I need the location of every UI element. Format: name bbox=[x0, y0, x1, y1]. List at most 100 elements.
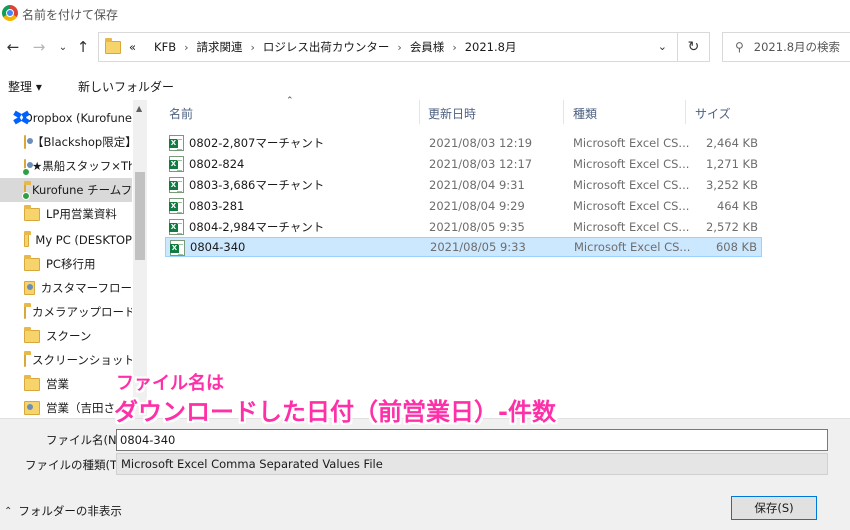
column-divider[interactable] bbox=[685, 100, 686, 124]
nav-item-folder[interactable]: ★黒船スタッフ×Th bbox=[0, 154, 132, 178]
window-title: 名前を付けて保存 bbox=[22, 8, 119, 22]
refresh-button[interactable]: ↻ bbox=[678, 32, 710, 62]
nav-item-label: My PC (DESKTOP bbox=[35, 233, 132, 247]
nav-item-folder[interactable]: My PC (DESKTOP bbox=[0, 228, 132, 252]
scroll-up-arrow-icon[interactable]: ▲ bbox=[136, 104, 142, 113]
breadcrumb-separator-icon[interactable]: › bbox=[184, 41, 188, 54]
refresh-icon: ↻ bbox=[687, 39, 700, 55]
breadcrumb-item[interactable]: KFB bbox=[154, 40, 176, 54]
file-type: Microsoft Excel CS... bbox=[573, 178, 690, 192]
breadcrumb-separator-icon[interactable]: › bbox=[397, 41, 401, 54]
filetype-select[interactable]: Microsoft Excel Comma Separated Values F… bbox=[116, 453, 828, 475]
nav-item-folder[interactable]: 営業 bbox=[0, 372, 132, 396]
address-bar[interactable]: « KFB › 請求関連 › ロジレス出荷カウンター › 会員様 › 2021.… bbox=[98, 32, 678, 62]
breadcrumb-item[interactable]: 会員様 bbox=[410, 39, 445, 55]
file-modified: 2021/08/04 9:29 bbox=[429, 199, 525, 213]
column-header-name[interactable]: 名前 bbox=[169, 105, 193, 122]
file-name: 0803-3,686マーチャント bbox=[189, 178, 325, 192]
hide-folders-toggle[interactable]: ⌃ フォルダーの非表示 bbox=[4, 503, 122, 519]
filetype-label: ファイルの種類(T): bbox=[25, 458, 126, 472]
nav-item-folder[interactable]: カスタマーフロー bbox=[0, 276, 132, 300]
save-button[interactable]: 保存(S) bbox=[731, 496, 817, 520]
filetype-value: Microsoft Excel Comma Separated Values F… bbox=[121, 457, 383, 471]
dropbox-icon bbox=[13, 110, 30, 125]
nav-item-folder[interactable]: スクーン bbox=[0, 324, 132, 348]
nav-item-label: Dropbox (Kurofune bbox=[23, 111, 132, 125]
breadcrumb-item[interactable]: 2021.8月 bbox=[465, 39, 517, 55]
breadcrumb-item[interactable]: 請求関連 bbox=[197, 39, 243, 55]
column-header-size[interactable]: サイズ bbox=[695, 105, 731, 122]
folder-icon bbox=[105, 37, 121, 54]
sync-status-icon bbox=[22, 192, 30, 200]
excel-csv-file-icon bbox=[169, 177, 184, 193]
command-bar: 整理 ▾ 新しいフォルダー bbox=[0, 70, 850, 100]
breadcrumb-overflow[interactable]: « bbox=[129, 40, 136, 54]
shared-folder-icon bbox=[24, 135, 33, 149]
recent-locations-chevron-icon[interactable]: ⌄ bbox=[54, 38, 72, 56]
file-size: 2,572 KB bbox=[705, 220, 758, 234]
file-size: 608 KB bbox=[715, 240, 757, 254]
nav-item-folder[interactable]: スクリーンショット bbox=[0, 348, 132, 372]
title-bar: 名前を付けて保存 bbox=[0, 0, 850, 28]
hide-folders-label: フォルダーの非表示 bbox=[18, 504, 122, 518]
nav-item-folder[interactable]: PC移行用 bbox=[0, 252, 132, 276]
nav-item-label: 営業 bbox=[46, 377, 69, 391]
nav-item-dropbox[interactable]: Dropbox (Kurofune bbox=[0, 106, 132, 130]
nav-item-label: スクーン bbox=[46, 329, 92, 343]
annotation-line-2: ダウンロードした日付（前営業日）-件数 bbox=[114, 398, 556, 426]
folder-icon bbox=[24, 302, 31, 319]
organize-button[interactable]: 整理 ▾ bbox=[8, 78, 42, 95]
chevron-up-icon: ⌃ bbox=[4, 505, 13, 517]
file-modified: 2021/08/05 9:33 bbox=[430, 240, 526, 254]
forward-arrow-icon[interactable]: → bbox=[30, 38, 48, 56]
excel-csv-file-icon bbox=[169, 156, 184, 172]
nav-item-label: スクリーンショット bbox=[32, 353, 132, 367]
nav-item-folder-selected[interactable]: Kurofune チームフ bbox=[0, 178, 132, 202]
nav-item-folder[interactable]: カメラアップロード bbox=[0, 300, 132, 324]
filename-input[interactable] bbox=[116, 429, 828, 451]
search-input[interactable]: ⚲ 2021.8月の検索 bbox=[722, 32, 850, 62]
file-name: 0802-824 bbox=[189, 157, 245, 171]
file-name: 0804-2,984マーチャント bbox=[189, 220, 325, 234]
file-name: 0804-340 bbox=[190, 240, 246, 254]
excel-csv-file-icon bbox=[169, 219, 184, 235]
file-row[interactable]: 0803-3,686マーチャント 2021/08/04 9:31 Microso… bbox=[165, 175, 762, 195]
file-row[interactable]: 0804-2,984マーチャント 2021/08/05 9:35 Microso… bbox=[165, 217, 762, 237]
excel-csv-file-icon bbox=[170, 240, 185, 256]
column-header-type[interactable]: 種類 bbox=[573, 105, 597, 122]
column-divider[interactable] bbox=[563, 100, 564, 124]
column-divider[interactable] bbox=[419, 100, 420, 124]
column-header-modified[interactable]: 更新日時 bbox=[428, 105, 476, 122]
file-type: Microsoft Excel CS... bbox=[573, 220, 690, 234]
nav-item-label: Kurofune チームフ bbox=[32, 183, 132, 197]
breadcrumb-separator-icon[interactable]: › bbox=[452, 41, 456, 54]
search-placeholder: 2021.8月の検索 bbox=[753, 40, 841, 54]
scrollbar-thumb[interactable] bbox=[135, 172, 145, 260]
file-row[interactable]: 0802-2,807マーチャント 2021/08/03 12:19 Micros… bbox=[165, 133, 762, 153]
folder-icon bbox=[24, 230, 32, 247]
back-arrow-icon[interactable]: ← bbox=[4, 38, 22, 56]
up-arrow-icon[interactable]: ↑ bbox=[74, 38, 92, 56]
file-type: Microsoft Excel CS... bbox=[573, 199, 690, 213]
file-row-selected[interactable]: 0804-340 2021/08/05 9:33 Microsoft Excel… bbox=[165, 237, 762, 257]
folder-icon bbox=[24, 204, 40, 221]
address-dropdown-chevron-icon[interactable]: ⌄ bbox=[658, 40, 667, 53]
chrome-icon bbox=[2, 5, 18, 21]
new-folder-button[interactable]: 新しいフォルダー bbox=[78, 78, 174, 95]
folder-icon bbox=[24, 254, 40, 271]
file-name: 0802-2,807マーチャント bbox=[189, 136, 325, 150]
nav-item-folder[interactable]: 【Blackshop限定】 bbox=[0, 130, 132, 154]
breadcrumb-separator-icon[interactable]: › bbox=[251, 41, 255, 54]
save-form: ファイル名(N): ファイルの種類(T): Microsoft Excel Co… bbox=[0, 418, 850, 530]
nav-item-folder[interactable]: LP用営業資料 bbox=[0, 202, 132, 226]
nav-item-label: LP用営業資料 bbox=[46, 207, 117, 221]
nav-item-label: カメラアップロード bbox=[32, 305, 132, 319]
file-row[interactable]: 0802-824 2021/08/03 12:17 Microsoft Exce… bbox=[165, 154, 762, 174]
nav-item-folder[interactable]: 営業（吉田さん bbox=[0, 396, 132, 418]
folder-icon bbox=[24, 374, 40, 391]
file-row[interactable]: 0803-281 2021/08/04 9:29 Microsoft Excel… bbox=[165, 196, 762, 216]
search-icon: ⚲ bbox=[735, 40, 744, 54]
breadcrumb-item[interactable]: ロジレス出荷カウンター bbox=[263, 39, 390, 55]
file-size: 2,464 KB bbox=[705, 136, 758, 150]
file-modified: 2021/08/03 12:19 bbox=[429, 136, 533, 150]
